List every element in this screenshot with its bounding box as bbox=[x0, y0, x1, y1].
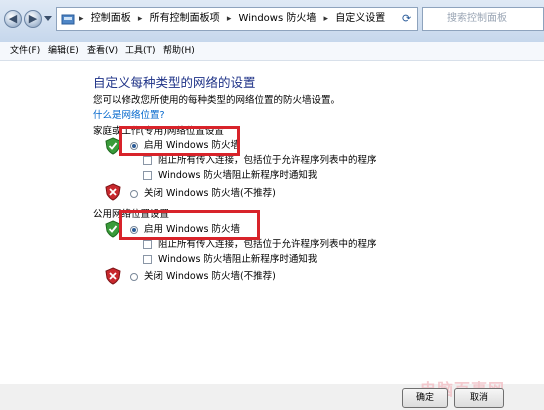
public-block-all-label: 阻止所有传入连接，包括位于允许程序列表中的程序 bbox=[158, 239, 377, 250]
breadcrumb-custom-settings[interactable]: 自定义设置 bbox=[335, 13, 385, 24]
menu-tools[interactable]: 工具(T) bbox=[125, 42, 156, 60]
highlight-box-home-enable bbox=[119, 126, 240, 156]
address-bar: ◀ ▶ ▸ 控制面板 ▸ 所有控制面板项 ▸ Windows 防火墙 ▸ 自定义… bbox=[0, 0, 544, 42]
page-description: 您可以修改您所使用的每种类型的网络位置的防火墙设置。 bbox=[93, 95, 341, 106]
menu-bar: 文件(F) 编辑(E) 查看(V) 工具(T) 帮助(H) bbox=[0, 42, 544, 61]
history-dropdown-icon[interactable] bbox=[44, 16, 52, 21]
home-block-all-label: 阻止所有传入连接，包括位于允许程序列表中的程序 bbox=[158, 155, 377, 166]
public-notify-label: Windows 防火墙阻止新程序时通知我 bbox=[158, 254, 318, 265]
red-shield-icon bbox=[105, 267, 121, 285]
home-notify-checkbox[interactable]: Windows 防火墙阻止新程序时通知我 bbox=[143, 167, 317, 181]
menu-file[interactable]: 文件(F) bbox=[10, 42, 40, 60]
network-location-link[interactable]: 什么是网络位置? bbox=[93, 107, 165, 121]
public-disable-firewall-radio[interactable]: 关闭 Windows 防火墙(不推荐) bbox=[130, 268, 276, 282]
breadcrumb-all-items[interactable]: 所有控制面板项 bbox=[150, 13, 220, 24]
menu-view[interactable]: 查看(V) bbox=[87, 42, 118, 60]
back-button[interactable]: ◀ bbox=[4, 10, 22, 28]
checkbox-icon bbox=[143, 156, 152, 165]
menu-help[interactable]: 帮助(H) bbox=[163, 42, 195, 60]
breadcrumb-firewall[interactable]: Windows 防火墙 bbox=[239, 13, 317, 24]
main-content: 自定义每种类型的网络的设置 您可以修改您所使用的每种类型的网络位置的防火墙设置。… bbox=[0, 61, 544, 410]
checkbox-icon bbox=[143, 255, 152, 264]
back-arrow-icon: ◀ bbox=[8, 12, 18, 25]
home-disable-label: 关闭 Windows 防火墙(不推荐) bbox=[144, 188, 276, 199]
page-title: 自定义每种类型的网络的设置 bbox=[93, 75, 256, 90]
radio-icon bbox=[130, 272, 138, 281]
cancel-button[interactable]: 取消 bbox=[454, 388, 504, 408]
checkbox-icon bbox=[143, 171, 152, 180]
search-input[interactable]: 搜索控制面板 bbox=[422, 7, 544, 31]
address-field[interactable]: ▸ 控制面板 ▸ 所有控制面板项 ▸ Windows 防火墙 ▸ 自定义设置 bbox=[56, 7, 418, 31]
public-notify-checkbox[interactable]: Windows 防火墙阻止新程序时通知我 bbox=[143, 251, 317, 265]
forward-button[interactable]: ▶ bbox=[24, 10, 42, 28]
public-disable-label: 关闭 Windows 防火墙(不推荐) bbox=[144, 271, 276, 282]
refresh-icon[interactable]: ⟳ bbox=[402, 12, 411, 25]
highlight-box-public-enable bbox=[119, 210, 260, 240]
breadcrumb-separator-icon: ▸ bbox=[226, 14, 232, 24]
radio-icon bbox=[130, 189, 138, 198]
control-panel-icon bbox=[61, 14, 75, 25]
menu-edit[interactable]: 编辑(E) bbox=[48, 42, 79, 60]
breadcrumb-control-panel[interactable]: 控制面板 bbox=[91, 13, 131, 24]
checkbox-icon bbox=[143, 240, 152, 249]
breadcrumb-separator-icon: ▸ bbox=[323, 14, 329, 24]
forward-arrow-icon: ▶ bbox=[28, 12, 38, 25]
breadcrumb-separator-icon: ▸ bbox=[137, 14, 143, 24]
home-disable-firewall-radio[interactable]: 关闭 Windows 防火墙(不推荐) bbox=[130, 185, 276, 199]
breadcrumb-separator-icon: ▸ bbox=[79, 14, 84, 24]
ok-button[interactable]: 确定 bbox=[402, 388, 448, 408]
home-notify-label: Windows 防火墙阻止新程序时通知我 bbox=[158, 170, 318, 181]
red-shield-icon bbox=[105, 183, 121, 201]
